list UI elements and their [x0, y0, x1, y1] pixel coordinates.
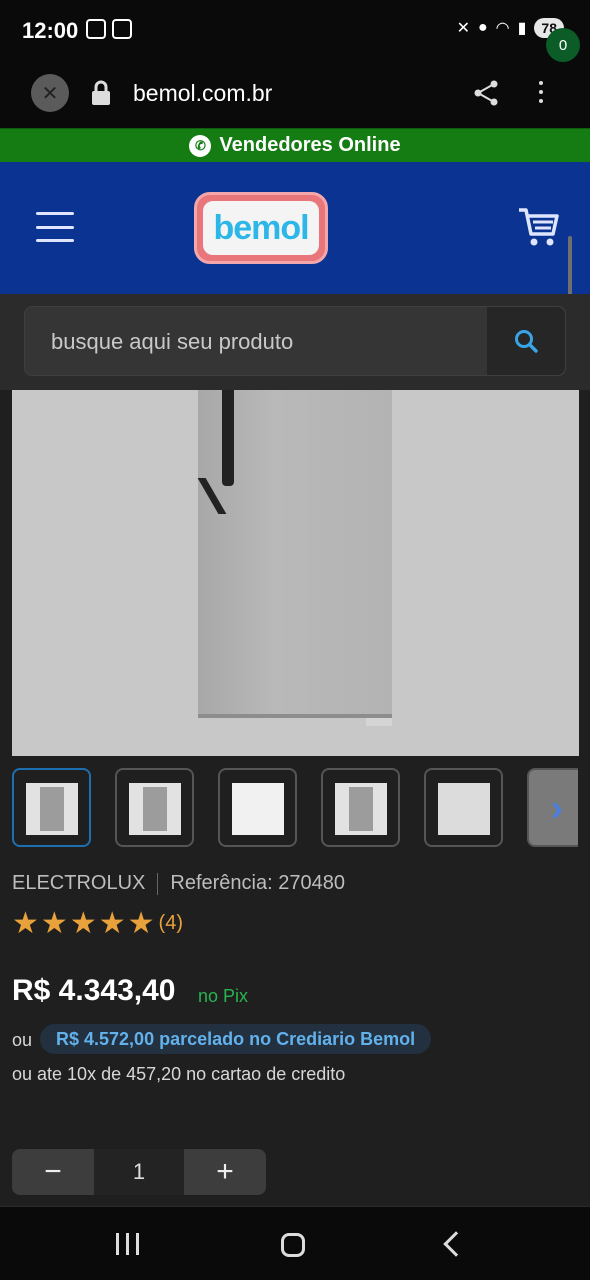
quantity-stepper: − 1 + [12, 1149, 266, 1195]
brand-name[interactable]: ELECTROLUX [12, 872, 145, 895]
installments-text: ou ate 10x de 457,20 no cartao de credit… [12, 1064, 346, 1084]
status-notification-icons [86, 19, 132, 39]
thumbnail-carousel: › [12, 768, 578, 848]
home-icon[interactable] [281, 1233, 305, 1257]
bemol-logo[interactable]: bemol [194, 192, 328, 264]
star-icon: ★ [69, 907, 97, 940]
search-area: busque aqui seu produto [0, 294, 590, 390]
sellers-online-banner[interactable]: ✆ Vendedores Online [0, 128, 590, 162]
chevron-right-icon[interactable]: › [527, 768, 578, 847]
thumbnail-side[interactable] [321, 768, 400, 847]
mute-icon: ✕ [456, 20, 470, 37]
whatsapp-icon: ✆ [189, 134, 212, 157]
refrigerator-image [197, 390, 392, 726]
close-icon[interactable]: ✕ [31, 74, 69, 112]
search-input[interactable]: busque aqui seu produto [24, 306, 566, 376]
thumbnail-open[interactable] [115, 768, 194, 847]
star-icon: ★ [40, 907, 68, 940]
crediario-price-badge[interactable]: R$ 4.572,00 parcelado no Crediario Bemol [40, 1024, 432, 1054]
decrement-button[interactable]: − [12, 1149, 94, 1195]
site-header: bemol [0, 162, 590, 294]
location-icon: ● [477, 19, 488, 36]
app-notification-icon [112, 19, 132, 39]
cart-icon[interactable] [517, 204, 561, 253]
status-time: 12:00 [22, 18, 79, 43]
or-label: ou [12, 1030, 33, 1050]
star-icon: ★ [12, 907, 39, 940]
increment-button[interactable]: + [184, 1149, 266, 1195]
brand-reference-line: ELECTROLUX Referência: 270480 [12, 872, 345, 895]
thumbnail-energy-label[interactable] [218, 768, 297, 847]
divider [157, 872, 159, 895]
back-icon[interactable] [443, 1231, 469, 1257]
search-placeholder: busque aqui seu produto [51, 329, 294, 354]
thumbnail-interior[interactable] [424, 768, 503, 847]
status-bar: 12:00 ✕ ● ◠ ▮ 78 [0, 0, 590, 62]
wifi-icon: ◠ [495, 20, 510, 37]
browser-url-bar: ✕ bemol.com.br [0, 62, 590, 128]
recents-icon[interactable] [116, 1233, 139, 1255]
price-pix-label: no Pix [198, 986, 249, 1006]
url-text[interactable]: bemol.com.br [133, 80, 272, 107]
screenshot-icon [86, 19, 106, 39]
system-navigation-bar [0, 1206, 590, 1280]
rating-count: (4) [158, 912, 183, 934]
menu-icon[interactable] [36, 212, 74, 242]
star-icon: ★ [127, 907, 155, 940]
cart-count-badge: 0 [546, 28, 580, 62]
product-reference: Referência: 270480 [170, 872, 345, 894]
search-button[interactable] [487, 307, 565, 375]
quantity-value[interactable]: 1 [94, 1149, 184, 1195]
share-icon[interactable] [472, 79, 500, 112]
price-pix: R$ 4.343,40 [12, 974, 176, 1007]
product-rating[interactable]: ★ ★ ★ ★ ★ (4) [12, 906, 183, 941]
thumbnail-front[interactable] [12, 768, 91, 847]
signal-icon: ▮ [517, 20, 527, 37]
star-icon: ★ [98, 907, 126, 940]
lock-icon[interactable] [90, 79, 112, 112]
sellers-online-label: Vendedores Online [219, 134, 401, 156]
logo-text: bemol [213, 208, 309, 247]
more-options-icon[interactable] [530, 77, 552, 107]
search-icon [515, 330, 538, 353]
product-main-image[interactable] [12, 390, 579, 756]
